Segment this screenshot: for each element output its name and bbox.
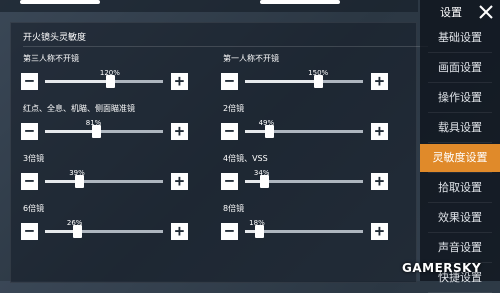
watermark: GAMERSKY: [402, 261, 482, 275]
slider-stub: [260, 0, 340, 4]
setting-value: 18%: [249, 219, 265, 227]
settings-tab[interactable]: 声音设置: [420, 234, 500, 262]
sensitivity-setting: 6倍镜 − 26% +: [21, 203, 206, 253]
decrease-button[interactable]: −: [21, 73, 38, 90]
section-title: 开火镜头灵敏度: [23, 30, 428, 47]
sensitivity-panel: 开火镜头灵敏度 第三人称不开镜 −120% + 第一人称不开镜 −150% + 红点、全息、…: [10, 22, 428, 283]
decrease-button[interactable]: −: [21, 173, 38, 190]
increase-button[interactable]: +: [171, 223, 188, 240]
settings-tab[interactable]: 拾取设置: [420, 174, 500, 202]
tab-divider: [428, 172, 492, 173]
setting-value: 150%: [308, 69, 329, 77]
setting-label: 第一人称不开镜: [223, 54, 279, 63]
settings-tab-panel: 基础设置 画面设置 操作设置 载具设置 灵敏度设置 拾取设置 效果设置 声音设置 快捷设置: [420, 0, 500, 293]
sensitivity-setting: 第三人称不开镜 − 120% +: [21, 53, 206, 103]
sensitivity-setting: 2倍镜 − 49% +: [221, 103, 406, 153]
close-icon: [479, 5, 493, 19]
slider-track[interactable]: [245, 225, 363, 238]
slider-track[interactable]: [45, 225, 163, 238]
setting-label: 8倍镜: [223, 204, 245, 213]
tab-divider: [428, 142, 492, 143]
slider-track[interactable]: [245, 75, 363, 88]
tab-divider: [428, 52, 492, 53]
setting-value: 81%: [85, 119, 102, 127]
setting-value: 34%: [253, 169, 270, 177]
page-title: 设置: [440, 6, 462, 19]
settings-tab[interactable]: 灵敏度设置: [420, 144, 500, 172]
decrease-button[interactable]: −: [221, 223, 238, 240]
slider-track[interactable]: [45, 125, 163, 138]
sensitivity-setting: 第一人称不开镜 − 150% +: [221, 53, 406, 103]
slider-fill: [45, 130, 96, 133]
decrease-button[interactable]: −: [221, 173, 238, 190]
slider-stub: [20, 0, 100, 4]
slider-track[interactable]: [245, 125, 363, 138]
setting-value: 39%: [69, 169, 85, 177]
tab-divider: [428, 232, 492, 233]
setting-label: 红点、全息、机瞄、侧面瞄准镜: [23, 104, 135, 113]
slider-track[interactable]: [245, 175, 363, 188]
sensitivity-setting: 3倍镜 − 39% +: [21, 153, 206, 203]
decrease-button[interactable]: −: [21, 123, 38, 140]
setting-value: 26%: [66, 219, 83, 227]
setting-label: 2倍镜: [223, 104, 245, 113]
slider-fill: [45, 180, 80, 183]
increase-button[interactable]: +: [371, 223, 388, 240]
increase-button[interactable]: +: [171, 123, 188, 140]
settings-tab[interactable]: 画面设置: [420, 54, 500, 82]
section-divider: [23, 46, 428, 47]
decrease-button[interactable]: −: [221, 73, 238, 90]
decrease-button[interactable]: −: [21, 223, 38, 240]
slider-fill: [245, 80, 319, 83]
setting-label: 4倍镜、VSS: [223, 154, 268, 163]
slider-fill: [45, 80, 110, 83]
increase-button[interactable]: +: [371, 73, 388, 90]
tab-divider: [428, 112, 492, 113]
setting-label: 第三人称不开镜: [23, 54, 79, 63]
close-button[interactable]: [476, 2, 496, 22]
settings-tab[interactable]: 载具设置: [420, 114, 500, 142]
tab-divider: [428, 202, 492, 203]
setting-value: 49%: [258, 119, 275, 127]
increase-button[interactable]: +: [171, 173, 188, 190]
slider-track[interactable]: [45, 175, 163, 188]
settings-tab[interactable]: 操作设置: [420, 84, 500, 112]
increase-button[interactable]: +: [371, 173, 388, 190]
increase-button[interactable]: +: [371, 123, 388, 140]
setting-label: 3倍镜: [23, 154, 45, 163]
sensitivity-setting: 4倍镜、VSS − 34% +: [221, 153, 406, 203]
sensitivity-setting: 红点、全息、机瞄、侧面瞄准镜 − 81% +: [21, 103, 206, 153]
top-scroll-strip: [0, 0, 418, 12]
tab-divider: [428, 82, 492, 83]
slider-track[interactable]: [45, 75, 163, 88]
settings-tab[interactable]: 基础设置: [420, 24, 500, 52]
sensitivity-setting: 8倍镜 − 18% +: [221, 203, 406, 253]
setting-label: 6倍镜: [23, 204, 45, 213]
setting-value: 120%: [99, 69, 120, 77]
increase-button[interactable]: +: [171, 73, 188, 90]
settings-tab[interactable]: 效果设置: [420, 204, 500, 232]
decrease-button[interactable]: −: [221, 123, 238, 140]
